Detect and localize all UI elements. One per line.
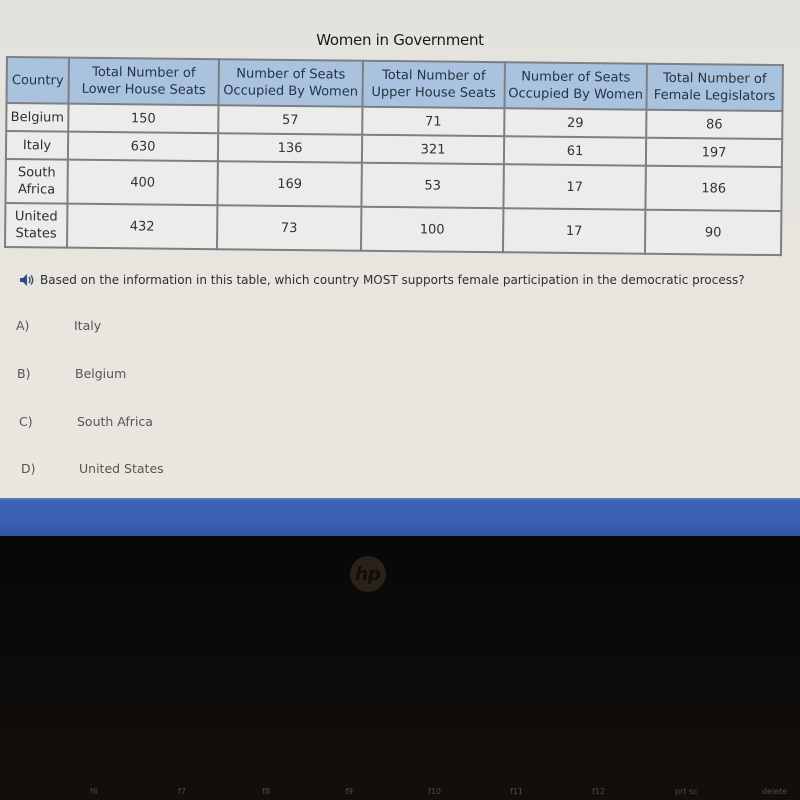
answer-option-b[interactable]: B) Belgium xyxy=(17,366,317,384)
cell-country: South Africa xyxy=(5,159,68,204)
cell-female-total: 197 xyxy=(645,137,783,168)
cell-female-total: 186 xyxy=(645,165,782,212)
screen: Women in Government Country Total Number… xyxy=(0,0,800,498)
cell-female-total: 86 xyxy=(646,109,783,140)
answer-option-c[interactable]: C) South Africa xyxy=(19,414,319,432)
cell-country: United States xyxy=(4,203,68,248)
delete-key: delete xyxy=(762,787,788,796)
hp-logo-icon: hp xyxy=(350,556,386,592)
speaker-icon[interactable] xyxy=(20,274,36,286)
header-lower-total: Total Number of Lower House Seats xyxy=(68,57,219,106)
cell-female-total: 90 xyxy=(644,209,782,256)
cell-upper-total: 71 xyxy=(362,106,505,137)
page-title: Women in Government xyxy=(316,31,484,49)
answer-option-a[interactable]: A) Italy xyxy=(16,318,316,336)
laptop-bezel xyxy=(0,536,800,800)
option-letter: B) xyxy=(17,366,31,381)
cell-upper-women: 17 xyxy=(503,164,646,210)
cell-country: Belgium xyxy=(6,103,69,132)
cell-lower-total: 630 xyxy=(67,131,219,162)
cell-upper-women: 17 xyxy=(502,208,646,254)
play-pause-key-icon: f10 xyxy=(428,787,441,796)
option-text: South Africa xyxy=(77,414,153,429)
option-letter: D) xyxy=(21,461,36,476)
mute-key-icon: f6 xyxy=(90,787,98,796)
option-letter: A) xyxy=(16,318,30,333)
taskbar xyxy=(0,498,800,536)
cell-lower-total: 150 xyxy=(68,103,219,134)
header-lower-women: Number of Seats Occupied By Women xyxy=(218,59,363,107)
volume-down-key-icon: f7 xyxy=(178,787,186,796)
cell-lower-women: 136 xyxy=(217,133,363,163)
cell-lower-total: 432 xyxy=(66,203,218,250)
option-text: Italy xyxy=(74,318,102,333)
cell-upper-total: 53 xyxy=(361,162,504,209)
function-key-row: f6 f7 f8 f9 f10 f11 f12 prt sc delete xyxy=(0,785,800,800)
header-female-total: Total Number of Female Legislators xyxy=(646,63,783,112)
cell-upper-women: 61 xyxy=(503,136,647,166)
airplane-mode-key-icon: f12 xyxy=(592,787,605,796)
option-letter: C) xyxy=(19,414,33,429)
question-text: Based on the information in this table, … xyxy=(40,273,745,287)
print-screen-key: prt sc xyxy=(675,787,698,796)
option-text: Belgium xyxy=(75,366,127,381)
cell-country: Italy xyxy=(5,131,69,160)
cell-lower-women: 169 xyxy=(217,161,362,207)
next-track-key-icon: f11 xyxy=(510,787,523,796)
cell-lower-women: 57 xyxy=(218,105,363,135)
cell-upper-total: 100 xyxy=(360,206,504,253)
cell-lower-women: 73 xyxy=(216,205,362,251)
table-header-row: Country Total Number of Lower House Seats… xyxy=(6,57,783,112)
answer-option-d[interactable]: D) United States xyxy=(21,461,321,479)
previous-track-key-icon: f9 xyxy=(345,787,353,796)
header-upper-total: Total Number of Upper House Seats xyxy=(362,60,505,109)
women-in-government-table: Country Total Number of Lower House Seats… xyxy=(4,56,784,256)
option-text: United States xyxy=(79,461,164,476)
table-row: United States 432 73 100 17 90 xyxy=(4,203,782,256)
volume-up-key-icon: f8 xyxy=(262,787,270,796)
header-country: Country xyxy=(6,57,69,104)
cell-lower-total: 400 xyxy=(67,159,218,206)
header-upper-women: Number of Seats Occupied By Women xyxy=(504,62,647,110)
question-prompt: Based on the information in this table, … xyxy=(20,273,745,287)
cell-upper-women: 29 xyxy=(504,108,647,138)
cell-upper-total: 321 xyxy=(361,134,505,165)
